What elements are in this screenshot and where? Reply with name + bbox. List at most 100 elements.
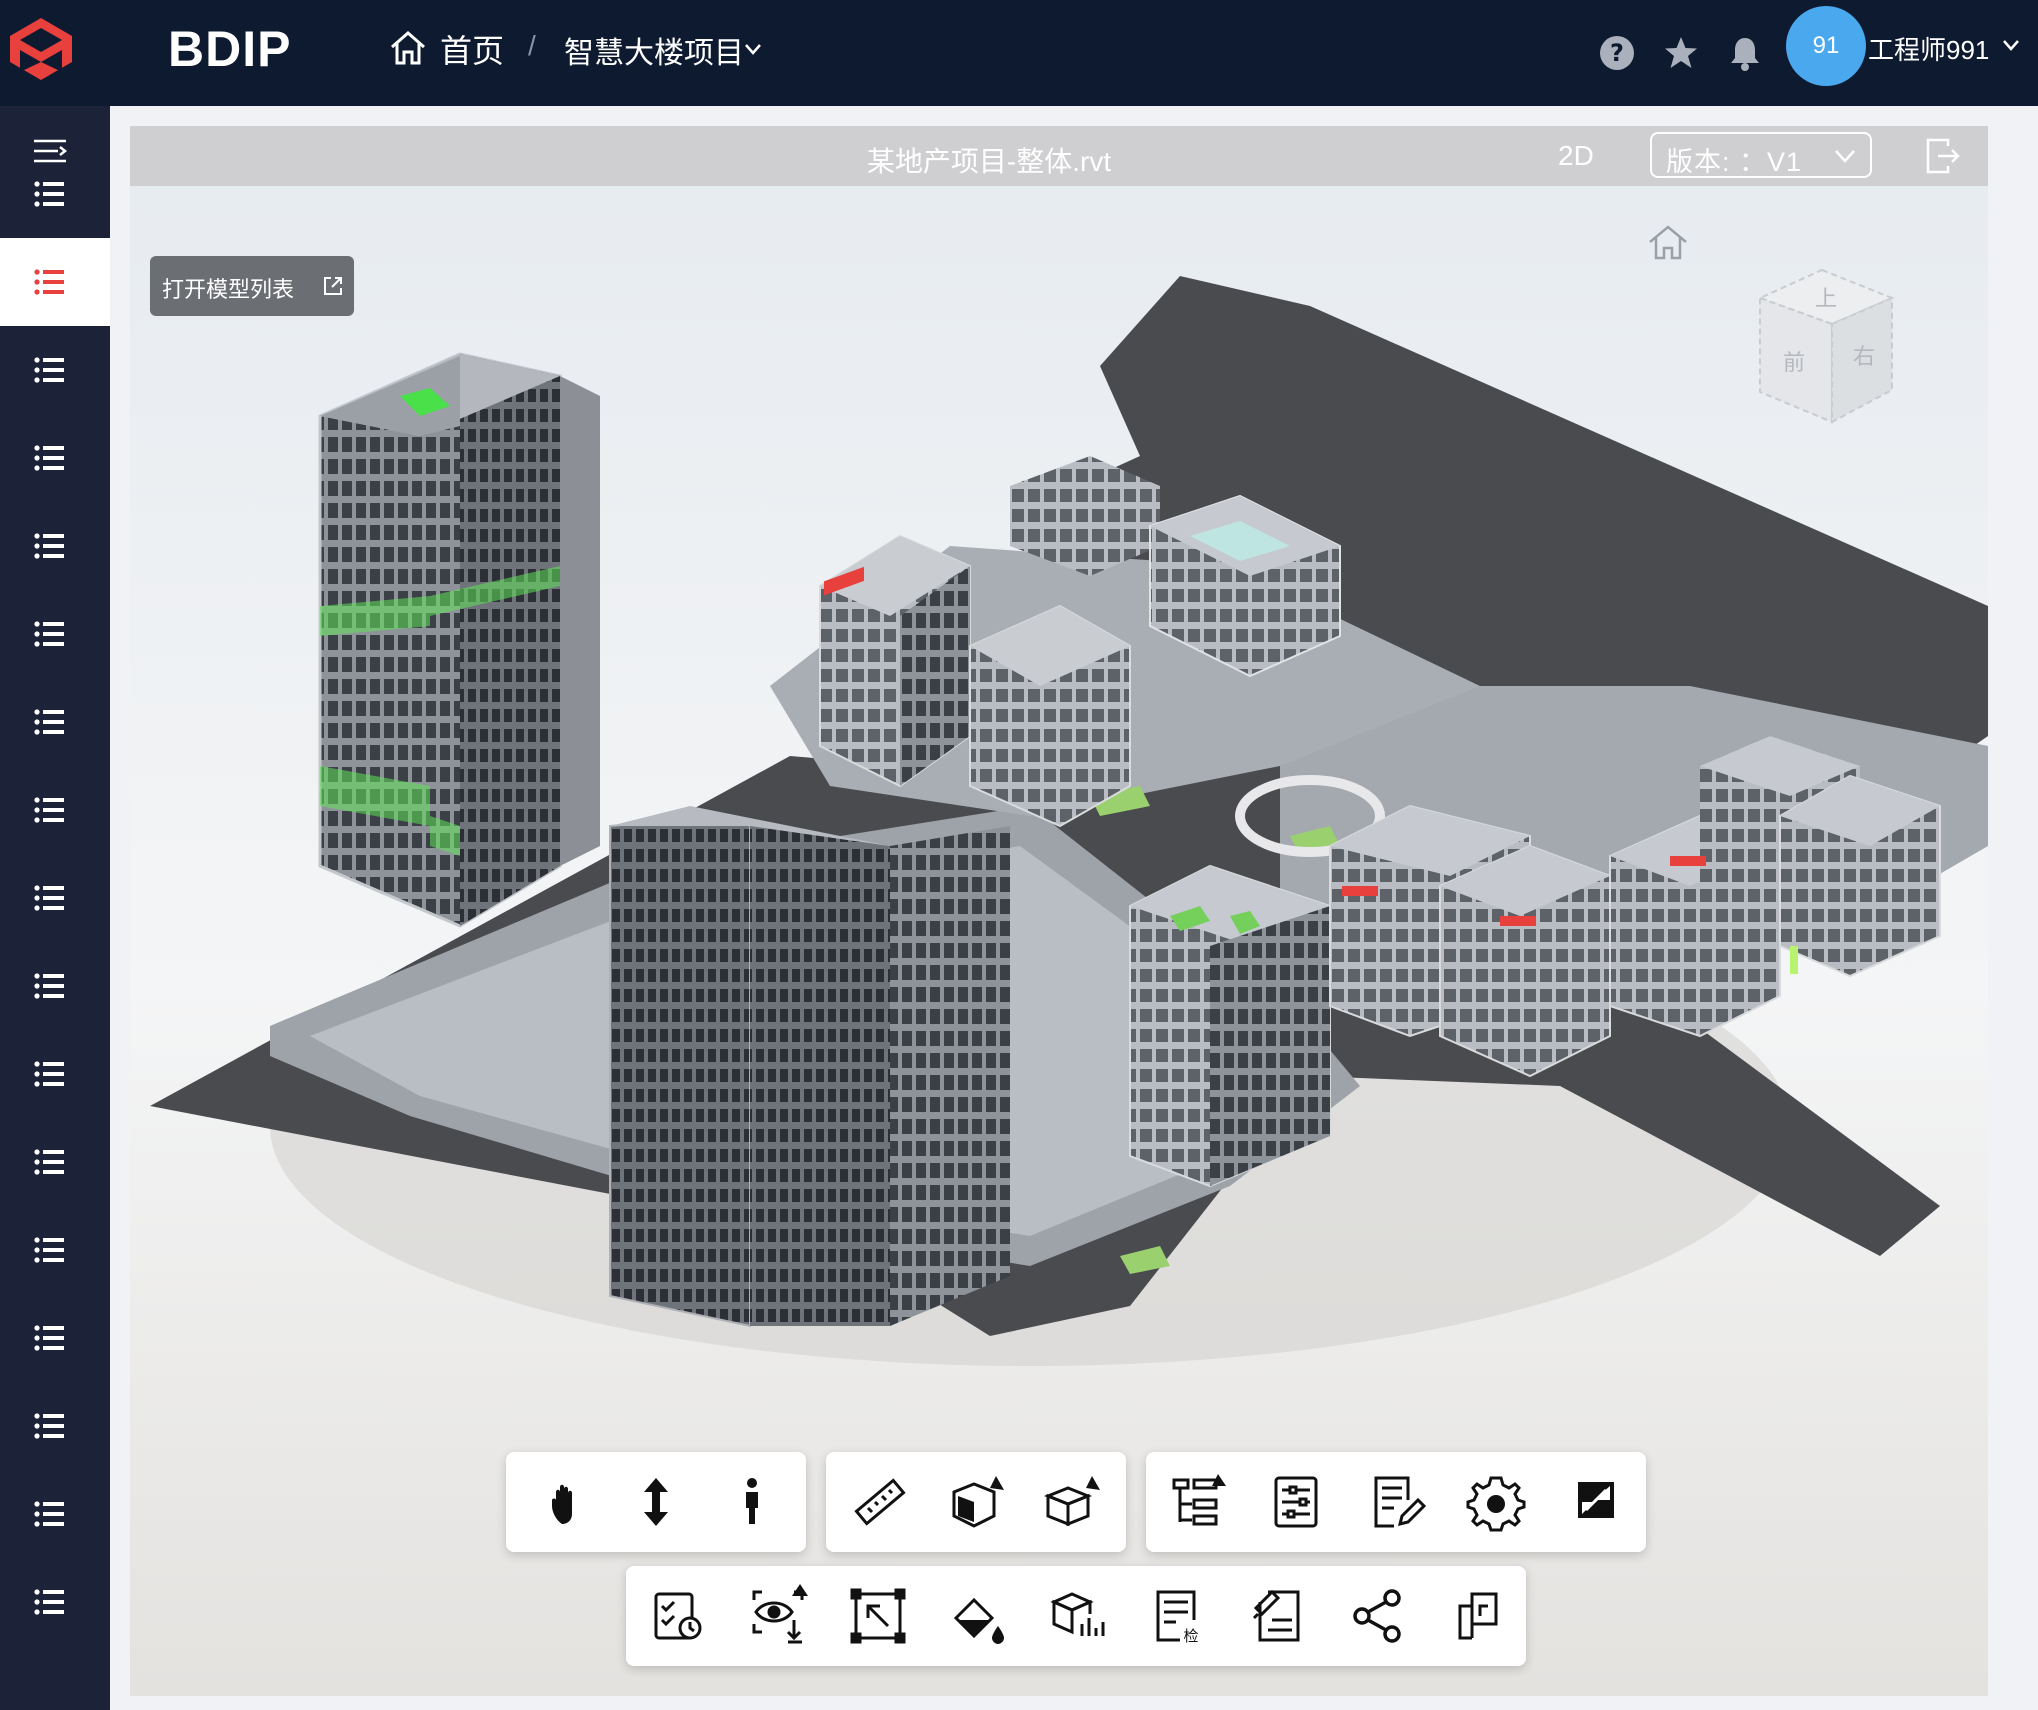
sidebar-item-1[interactable] [0,150,110,238]
vertical-move-icon [644,1478,668,1526]
paint-button[interactable] [946,1584,1010,1648]
list-icon [34,1325,64,1351]
section-box-icon [952,1476,1004,1528]
model-stats-button[interactable] [1046,1584,1110,1648]
schedule-icon [654,1592,702,1640]
star-icon[interactable] [1662,34,1700,72]
model-tree-button[interactable] [1166,1470,1230,1534]
list-icon [34,445,64,471]
vertical-move-button[interactable] [624,1470,688,1534]
user-menu-chevron-icon[interactable] [2000,34,2022,56]
pan-tool-button[interactable] [530,1470,594,1534]
viewcube[interactable]: 上 前 右 [1742,262,1902,432]
property-edit-icon [1374,1476,1427,1528]
viewer-header: 某地产项目-整体.rvt 2D 版本: ：V1 [130,126,1988,186]
user-avatar[interactable]: 91 [1786,6,1866,86]
breadcrumb-separator: / [528,30,536,61]
settings-gear-icon [1466,1476,1526,1532]
home-view-icon[interactable] [1646,222,1690,262]
properties-icon [1274,1476,1318,1528]
sidebar-item-8[interactable] [0,766,110,854]
sidebar-item-10[interactable] [0,942,110,1030]
explode-button[interactable] [1040,1470,1104,1534]
settings-button[interactable] [1464,1470,1528,1534]
viewcube-top-label[interactable]: 上 [1815,287,1837,312]
top-navigation-bar: BDIP 首页 / 智慧大楼项目 ? 91 工程师991 [0,0,2038,106]
toggle-2d-button[interactable]: 2D [1558,140,1594,172]
sidebar-item-11[interactable] [0,1030,110,1118]
list-icon [34,709,64,735]
list-icon [34,1413,64,1439]
page-bottom-margin [110,1696,2038,1710]
viewcube-right-label[interactable]: 右 [1853,345,1875,370]
person-walk-icon [746,1478,758,1524]
pan-hand-icon [552,1484,572,1524]
explode-box-icon [1043,1476,1100,1527]
open-model-list-button[interactable]: 打开模型列表 [150,256,354,316]
annotation-button[interactable] [1246,1584,1310,1648]
bdip-logo-icon[interactable] [8,16,74,82]
view-hide-icon [752,1584,808,1644]
sidebar-item-17[interactable] [0,1558,110,1646]
export-button[interactable] [1446,1584,1510,1648]
help-icon[interactable]: ? [1598,34,1636,72]
share-button[interactable] [1346,1584,1410,1648]
inspection-icon: 检 [1156,1590,1202,1645]
sidebar-item-9[interactable] [0,854,110,942]
chevron-down-icon[interactable] [742,38,764,60]
zoom-fit-button[interactable] [846,1584,910,1648]
paint-bucket-icon [953,1597,1004,1644]
fullscreen-button[interactable] [1564,1470,1628,1534]
viewcube-front-label[interactable]: 前 [1783,351,1805,376]
svg-text:?: ? [1610,39,1624,67]
sidebar-item-14[interactable] [0,1294,110,1382]
sidebar-item-16[interactable] [0,1470,110,1558]
sidebar-item-4[interactable] [0,414,110,502]
zoom-fit-icon [850,1588,906,1644]
sidebar-item-2[interactable] [0,238,110,326]
properties-button[interactable] [1264,1470,1328,1534]
breadcrumb-home[interactable]: 首页 [440,26,504,72]
sidebar [0,106,110,1710]
share-icon [1353,1589,1401,1643]
fullscreen-icon [1578,1482,1614,1518]
exit-viewer-icon[interactable] [1924,136,1960,176]
measure-button[interactable] [848,1470,912,1534]
navigation-toolbar [506,1452,806,1552]
schedule-button[interactable] [646,1584,710,1648]
measure-toolbar [826,1452,1126,1552]
list-icon [34,1237,64,1263]
property-edit-button[interactable] [1364,1470,1428,1534]
version-select-value: 版本: ：V1 [1666,147,1803,177]
username[interactable]: 工程师991 [1868,30,1989,67]
sidebar-item-6[interactable] [0,590,110,678]
list-icon [34,181,64,207]
home-icon[interactable] [388,28,428,68]
inspection-button[interactable]: 检 [1146,1584,1210,1648]
export-icon [1458,1592,1498,1640]
list-icon [34,1589,64,1615]
list-icon [34,533,64,559]
version-select[interactable]: 版本: ：V1 [1650,132,1872,178]
bell-icon[interactable] [1726,34,1764,72]
list-icon [34,1061,64,1087]
sidebar-item-7[interactable] [0,678,110,766]
settings-toolbar [1146,1452,1646,1552]
list-icon [34,621,64,647]
sidebar-item-5[interactable] [0,502,110,590]
tools-toolbar: 检 [626,1566,1526,1666]
walk-mode-button[interactable] [720,1470,784,1534]
list-icon [34,1149,64,1175]
section-box-button[interactable] [944,1470,1008,1534]
sidebar-item-12[interactable] [0,1118,110,1206]
ruler-icon [854,1478,906,1526]
external-link-icon [324,277,342,295]
model-viewer[interactable]: 某地产项目-整体.rvt 2D 版本: ：V1 打开模型列表 上 前 右 检 [130,126,1988,1696]
sidebar-item-15[interactable] [0,1382,110,1470]
list-icon [34,1501,64,1527]
chevron-down-icon [1835,150,1855,163]
sidebar-item-3[interactable] [0,326,110,414]
view-hide-button[interactable] [746,1584,810,1648]
sidebar-item-13[interactable] [0,1206,110,1294]
breadcrumb-project[interactable]: 智慧大楼项目 [564,28,744,72]
